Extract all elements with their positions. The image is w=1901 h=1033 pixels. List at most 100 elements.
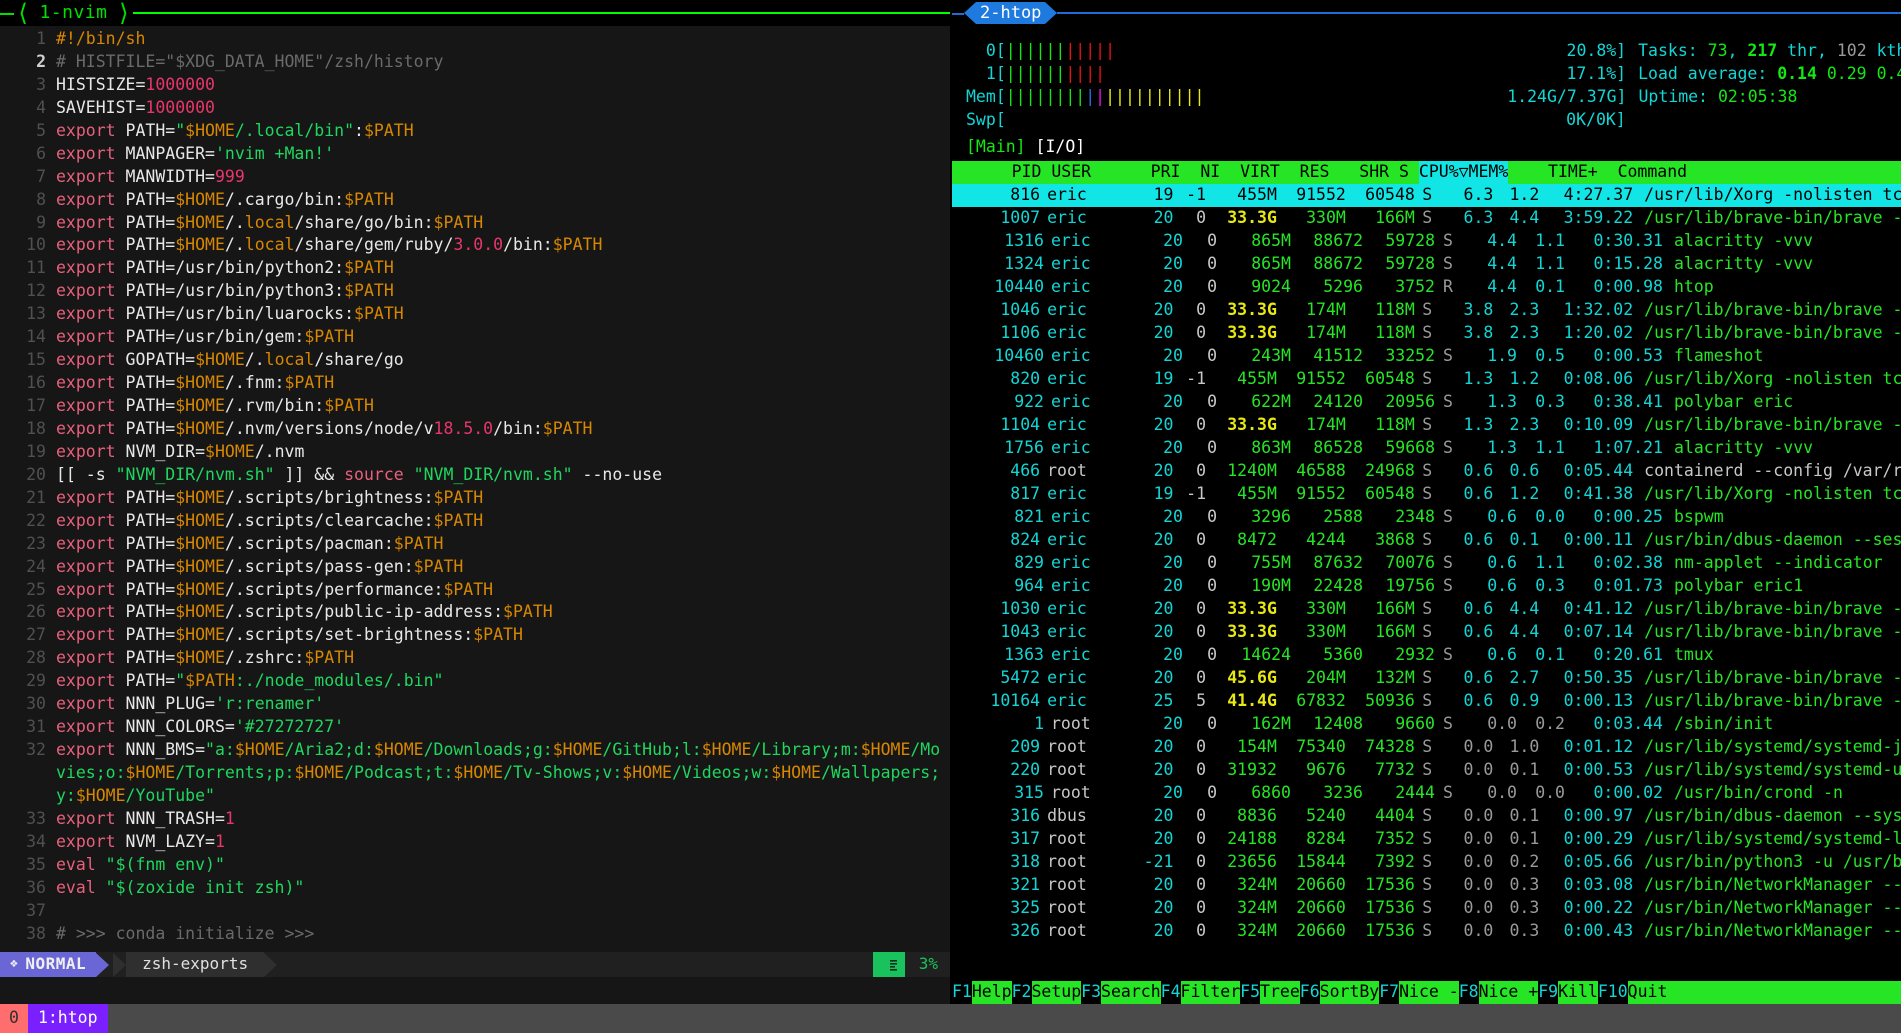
code-token: $HOME	[175, 579, 225, 599]
process-nice: 0	[1207, 575, 1217, 595]
htop-process-row[interactable]: 5472 eric 20 0 45.6G 204M 132M S 0.6 2.7 0:50.35/u…	[952, 667, 1901, 690]
htop-process-row[interactable]: 10164 eric 25 5 41.4G 67832 50936 S 0.6 0.9 0:00.1…	[952, 690, 1901, 713]
fkey-f9-key[interactable]: F9	[1538, 981, 1559, 1004]
fkey-f1-key[interactable]: F1	[952, 981, 972, 1004]
htop-process-row[interactable]: 1046 eric 20 0 33.3G 174M 118M S 3.8 2.3 1:32.02/u…	[952, 299, 1901, 322]
meter-bracket-open: [	[995, 41, 1006, 60]
htop-process-row[interactable]: 816 eric 19 -1 455M 91552 60548 S 6.3 1.2 4:27.37 /…	[952, 183, 1901, 207]
process-shr: 166M	[1375, 621, 1415, 641]
htop-process-row[interactable]: 820 eric 19 -1 455M 91552 60548 S 1.3 1.2 0:08.06 /…	[952, 368, 1901, 391]
htop-process-row[interactable]: 321 root 20 0 324M 20660 17536 S 0.0 0.3 0:03.08/u…	[952, 874, 1901, 897]
htop-process-row[interactable]: 829 eric 20 0 755M 87632 70076 S 0.6 1.1 0:02.38 nm…	[952, 552, 1901, 575]
tmux-status-bar: 0 1:htop	[0, 1004, 1901, 1033]
fkey-f7-label[interactable]: Nice -	[1399, 981, 1459, 1004]
htop-process-row[interactable]: 10460 eric 20 0 243M 41512 33252 S 1.9 0.5 0:00.53…	[952, 345, 1901, 368]
htop-process-row[interactable]: 318 root -21 0 23656 15844 7392 S 0.0 0.2 0:05.66 /…	[952, 851, 1901, 874]
code-token: PATH=	[125, 373, 176, 393]
header-right-group: TIME+ Command	[1508, 160, 1901, 184]
fkey-f7-key[interactable]: F7	[1379, 981, 1400, 1004]
htop-pane[interactable]: 2-htop 0[||||||||||| 20.8%] Tasks: 73, 217…	[952, 0, 1901, 1004]
process-priority: 20	[1163, 552, 1183, 572]
process-res: 88672	[1313, 253, 1363, 273]
nvim-line: 28 export PATH=$HOME/.zshrc:$PATH	[0, 647, 950, 670]
htop-process-row[interactable]: 1316 eric 20 0 865M 88672 59728 S 4.4 1.1 0:30.31 a…	[952, 230, 1901, 253]
header-sort-group[interactable]: CPU%▽MEM%	[1418, 160, 1509, 184]
htop-process-list[interactable]: 816 eric 19 -1 455M 91552 60548 S 6.3 1.2 4:27.37 /…	[952, 183, 1901, 943]
htop-process-row[interactable]: 824 eric 20 0 8472 4244 3868 S 0.6 0.1 0:00.11/usr…	[952, 529, 1901, 552]
nvim-line-number: 25	[26, 579, 46, 599]
htop-tab[interactable]: 2-htop	[964, 2, 1058, 24]
htop-process-row[interactable]: 1363 eric 20 0 14624 5360 2932 S 0.6 0.1 0:20.61 tm…	[952, 644, 1901, 667]
fkey-f10-label[interactable]: Quit	[1627, 981, 1668, 1004]
htop-process-row[interactable]: 316 dbus 20 0 8836 5240 4404 S 0.0 0.1 0:00.97/usr…	[952, 805, 1901, 828]
fkey-f10-key[interactable]: F10	[1597, 981, 1628, 1004]
htop-process-row[interactable]: 10440 eric 20 0 9024 5296 3752 R 4.4 0.1 0:00.98 ht…	[952, 276, 1901, 299]
htop-process-row[interactable]: 922 eric 20 0 622M 24120 20956 S 1.3 0.3 0:38.41 po…	[952, 391, 1901, 414]
htop-screen-tab[interactable]: [I/O]	[1036, 137, 1086, 156]
htop-process-row[interactable]: 1043 eric 20 0 33.3G 330M 166M S 0.6 4.4 0:07.14/u…	[952, 621, 1901, 644]
tmux-window-htop[interactable]: 1:htop	[27, 1004, 108, 1033]
fkey-f2-label[interactable]: Setup	[1031, 981, 1082, 1004]
htop-screen-tabs[interactable]: [Main] [I/O]	[952, 132, 1901, 161]
fkey-f4-key[interactable]: F4	[1160, 981, 1181, 1004]
fkey-f2-key[interactable]: F2	[1011, 981, 1032, 1004]
nvim-line: vies;o:$HOME/Torrents;p:$HOME/Podcast;t:…	[0, 762, 950, 785]
htop-process-row[interactable]: 1324 eric 20 0 865M 88672 59728 S 4.4 1.1 0:15.28 a…	[952, 253, 1901, 276]
code-token: $HOME	[175, 235, 225, 255]
htop-process-row[interactable]: 821 eric 20 0 3296 2588 2348 S 0.6 0.0 0:00.25 bspw…	[952, 506, 1901, 529]
process-nice: 0	[1207, 437, 1217, 457]
htop-process-row[interactable]: 1007 eric 20 0 33.3G 330M 166M S 6.3 4.4 3:59.22/u…	[952, 207, 1901, 230]
nvim-line: 26 export PATH=$HOME/.scripts/public-ip-a…	[0, 601, 950, 624]
htop-table-header[interactable]: PID USER PRI NI VIRT RES SHR S CPU%▽MEM%…	[952, 160, 1901, 184]
process-virt: 33.3G	[1227, 598, 1277, 618]
nvim-buffer[interactable]: 1 #!/bin/sh 2 # HISTFILE="$XDG_DATA_HOME"/z…	[0, 26, 950, 953]
nvim-line-text: export GOPATH=$HOME/.local/share/go	[46, 350, 404, 369]
htop-process-row[interactable]: 1106 eric 20 0 33.3G 174M 118M S 3.8 2.3 1:20.02/u…	[952, 322, 1901, 345]
htop-process-row[interactable]: 325 root 20 0 324M 20660 17536 S 0.0 0.3 0:00.22/u…	[952, 897, 1901, 920]
process-command: htop	[1674, 276, 1714, 296]
fkey-f5-label[interactable]: Tree	[1260, 981, 1300, 1004]
htop-process-row[interactable]: 317 root 20 0 24188 8284 7352 S 0.0 0.1 0:00.29/us…	[952, 828, 1901, 851]
code-token: export	[56, 831, 126, 851]
htop-stat-line: Uptime: 02:05:38	[1626, 87, 1797, 106]
code-token: export	[56, 740, 126, 760]
tmux-session-name[interactable]: 0	[0, 1004, 28, 1033]
process-mem-percent: 1.0	[1509, 736, 1540, 756]
htop-process-row[interactable]: 1756 eric 20 0 863M 86528 59668 S 1.3 1.1 1:07.21 a…	[952, 437, 1901, 460]
nvim-line: 11 export PATH=/usr/bin/python2:$PATH	[0, 257, 950, 280]
htop-process-row[interactable]: 817 eric 19 -1 455M 91552 60548 S 0.6 1.2 0:41.38 /…	[952, 483, 1901, 506]
htop-process-row[interactable]: 220 root 20 0 31932 9676 7732 S 0.0 0.1 0:00.53/us…	[952, 759, 1901, 782]
process-shr: 33252	[1385, 345, 1435, 365]
htop-function-bar[interactable]: F1 Help F2 Setup F3 Search F4 Filter F5 Tree F6 Sor…	[952, 981, 1901, 1004]
htop-process-row[interactable]: 964 eric 20 0 190M 22428 19756 S 0.6 0.3 0:01.73 po…	[952, 575, 1901, 598]
htop-process-row[interactable]: 1030 eric 20 0 33.3G 330M 166M S 0.6 4.4 0:41.12/u…	[952, 598, 1901, 621]
process-mem-percent: 1.2	[1509, 184, 1540, 204]
fkey-f8-label[interactable]: Nice +	[1478, 981, 1539, 1004]
process-state: S	[1422, 299, 1433, 319]
fkey-f3-label[interactable]: Search	[1101, 981, 1161, 1004]
fkey-f4-label[interactable]: Filter	[1180, 981, 1241, 1004]
htop-process-row[interactable]: 209 root 20 0 154M 75340 74328 S 0.0 1.0 0:01.12/u…	[952, 736, 1901, 759]
htop-process-row[interactable]: 326 root 20 0 324M 20660 17536 S 0.0 0.3 0:00.43/u…	[952, 920, 1901, 943]
fkey-f9-label[interactable]: Kill	[1558, 981, 1598, 1004]
fkey-f3-key[interactable]: F3	[1081, 981, 1102, 1004]
code-token: export	[56, 441, 126, 461]
fkey-f8-key[interactable]: F8	[1458, 981, 1479, 1004]
nvim-tab[interactable]: ⟨ 1-nvim ⟩	[14, 0, 133, 26]
process-user: eric	[1051, 391, 1091, 411]
process-shr: 118M	[1375, 414, 1415, 434]
htop-process-row[interactable]: 466 root 20 0 1240M 46588 24968 S 0.6 0.6 0:05.44 c…	[952, 460, 1901, 483]
htop-process-row[interactable]: 1104 eric 20 0 33.3G 174M 118M S 1.3 2.3 0:10.09/u…	[952, 414, 1901, 437]
process-state: S	[1443, 713, 1453, 733]
process-mem-percent: 0.2	[1535, 713, 1565, 733]
fkey-f5-key[interactable]: F5	[1240, 981, 1261, 1004]
htop-process-row[interactable]: 1 root 20 0 162M 12408 9660 S 0.0 0.2 0:03.44/sbin…	[952, 713, 1901, 736]
nvim-line: 30 export NNN_PLUG='r:renamer'	[0, 693, 950, 716]
fkey-f6-label[interactable]: SortBy	[1319, 981, 1380, 1004]
fkey-f6-key[interactable]: F6	[1299, 981, 1320, 1004]
process-res: 88672	[1313, 230, 1363, 250]
htop-process-row[interactable]: 315 root 20 0 6860 3236 2444 S 0.0 0.0 0:00.02/usr…	[952, 782, 1901, 805]
htop-screen-tab[interactable]: [Main]	[966, 137, 1026, 156]
fkey-f1-label[interactable]: Help	[971, 981, 1012, 1004]
nvim-pane[interactable]: ⟨ 1-nvim ⟩ 1 #!/bin/sh 2 # HISTFILE="$XDG_D…	[0, 0, 950, 1004]
